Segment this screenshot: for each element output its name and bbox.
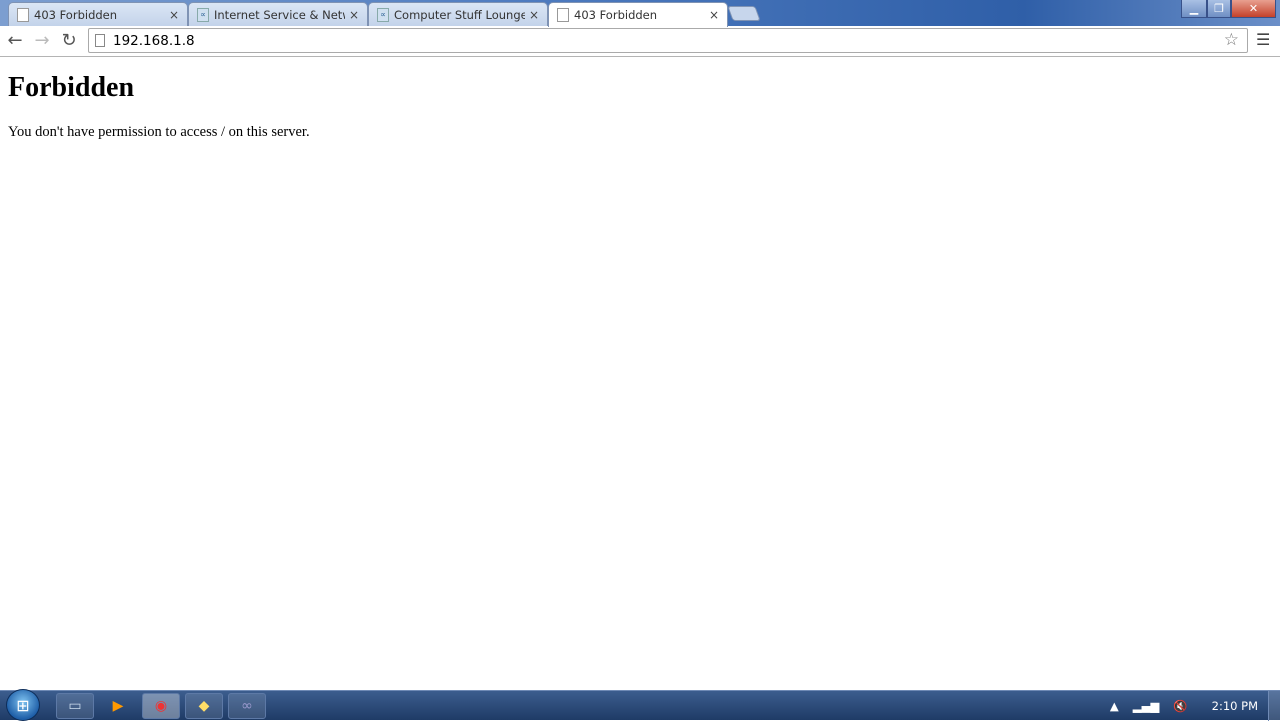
chrome-icon: ◉	[154, 698, 168, 714]
close-tab-icon[interactable]: ×	[169, 8, 179, 22]
page-icon	[557, 8, 569, 22]
tab-computer-stuff-lounge[interactable]: ∝ Computer Stuff Lounge | I ×	[368, 2, 548, 26]
menu-icon[interactable]: ☰	[1256, 30, 1270, 49]
app-icon: ∞	[241, 698, 253, 714]
bookmark-star-icon[interactable]: ☆	[1224, 30, 1239, 50]
start-button[interactable]: ⊞	[6, 689, 40, 721]
site-favicon-icon: ∝	[377, 7, 389, 22]
tab-403-forbidden-1[interactable]: 403 Forbidden ×	[8, 2, 188, 26]
new-tab-button[interactable]	[727, 6, 761, 21]
minimize-button[interactable]: ▁	[1181, 0, 1207, 18]
taskbar-file-explorer[interactable]: ▭	[56, 693, 94, 719]
show-desktop-button[interactable]	[1268, 691, 1280, 721]
close-tab-icon[interactable]: ×	[709, 8, 719, 22]
address-bar[interactable]: ☆	[88, 28, 1248, 53]
taskbar-chrome[interactable]: ◉	[142, 693, 180, 719]
maximize-button[interactable]: ❐	[1207, 0, 1231, 18]
close-tab-icon[interactable]: ×	[529, 8, 539, 22]
network-signal-icon[interactable]: ▂▄▆	[1133, 699, 1160, 713]
page-icon	[17, 7, 29, 22]
tab-403-forbidden-active[interactable]: 403 Forbidden ×	[548, 2, 728, 27]
close-tab-icon[interactable]: ×	[349, 8, 359, 22]
url-input[interactable]	[113, 32, 1247, 49]
messenger-icon: ◆	[198, 698, 210, 714]
page-content: Forbidden You don't have permission to a…	[0, 58, 1280, 690]
title-bar: 403 Forbidden × ∝ Internet Service & Net…	[0, 0, 1280, 27]
taskbar: ⊞ ▭ ▶ ◉ ◆ ∞ ▲ ▂▄▆ 🔇 2:10 PM	[0, 689, 1280, 721]
page-heading: Forbidden	[8, 72, 135, 103]
back-button[interactable]: ←	[4, 30, 26, 51]
clock[interactable]: 2:10 PM	[1212, 699, 1258, 713]
taskbar-messenger[interactable]: ◆	[185, 693, 223, 719]
show-hidden-icons-button[interactable]: ▲	[1110, 699, 1119, 713]
taskbar-app[interactable]: ∞	[228, 693, 266, 719]
folder-icon: ▭	[68, 698, 82, 714]
taskbar-media-player[interactable]: ▶	[99, 693, 137, 719]
close-window-button[interactable]: ✕	[1231, 0, 1276, 18]
system-tray: ▲ ▂▄▆ 🔇 2:10 PM	[1110, 691, 1258, 721]
forward-button[interactable]: →	[31, 30, 53, 51]
tab-internet-service[interactable]: ∝ Internet Service & Networ ×	[188, 2, 368, 26]
volume-muted-icon[interactable]: 🔇	[1173, 699, 1187, 713]
site-favicon-icon: ∝	[197, 7, 209, 22]
error-message: You don't have permission to access / on…	[8, 124, 310, 140]
page-icon	[95, 34, 105, 47]
media-player-icon: ▶	[112, 698, 124, 714]
browser-toolbar: ← → ↻ ☆ ☰	[0, 26, 1280, 57]
windows-logo-icon: ⊞	[16, 695, 30, 715]
reload-button[interactable]: ↻	[58, 30, 80, 51]
